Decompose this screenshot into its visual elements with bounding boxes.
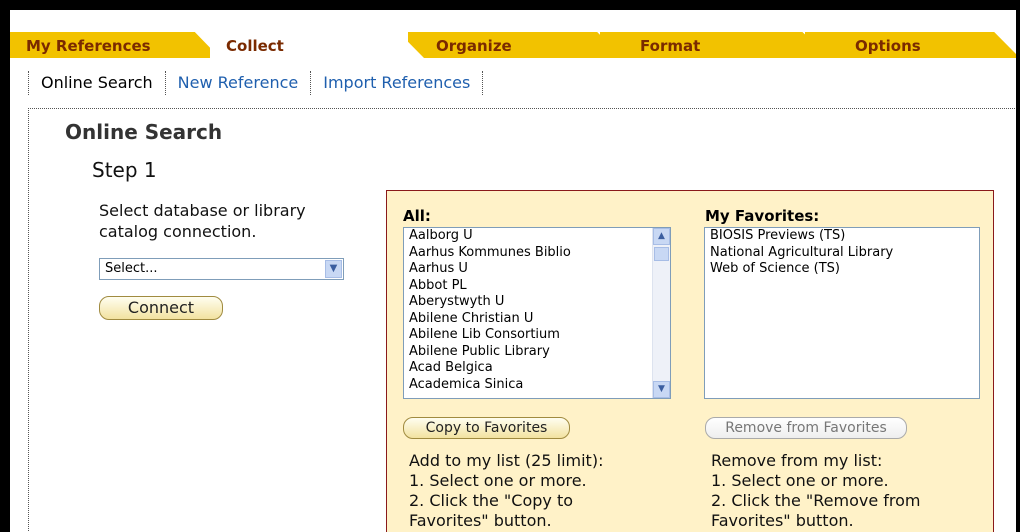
help-line: 2. Click the "Remove from xyxy=(711,491,921,510)
list-item[interactable]: Academica Sinica xyxy=(404,377,670,394)
tab-label: My References xyxy=(26,37,151,55)
remove-from-favorites-button[interactable]: Remove from Favorites xyxy=(705,417,907,439)
tab-label: Format xyxy=(640,37,701,55)
my-favorites-list[interactable]: BIOSIS Previews (TS) National Agricultur… xyxy=(704,227,980,399)
list-item[interactable]: Abilene Lib Consortium xyxy=(404,327,670,344)
app-frame: My References Organize Format Options Co… xyxy=(10,10,1020,532)
subnav-import-references[interactable]: Import References xyxy=(310,71,484,95)
subnav-new-reference[interactable]: New Reference xyxy=(164,71,311,95)
select-value: Select... xyxy=(105,261,158,276)
scroll-thumb[interactable] xyxy=(654,247,669,261)
step-heading: Step 1 xyxy=(92,158,157,182)
main-tab-bar: My References Organize Format Options Co… xyxy=(10,32,1020,58)
list-item[interactable]: Abilene Christian U xyxy=(404,311,670,328)
list-item[interactable]: National Agricultural Library xyxy=(705,245,979,262)
tab-organize[interactable]: Organize xyxy=(408,32,623,58)
help-line: Favorites" button. xyxy=(711,511,854,530)
tab-format[interactable]: Format xyxy=(600,32,830,58)
list-item[interactable]: Aarhus U xyxy=(404,261,670,278)
chevron-down-icon[interactable]: ▼ xyxy=(325,260,342,278)
favorites-label: My Favorites: xyxy=(705,207,820,225)
all-label: All: xyxy=(403,207,431,225)
sub-navigation: Online Search New Reference Import Refer… xyxy=(28,68,484,98)
help-line: Remove from my list: xyxy=(711,451,883,470)
scroll-up-icon[interactable]: ▲ xyxy=(653,228,670,245)
tab-label: Collect xyxy=(226,37,284,55)
list-item[interactable]: Abilene Public Library xyxy=(404,344,670,361)
list-item[interactable]: Web of Science (TS) xyxy=(705,261,979,278)
tab-label: Options xyxy=(855,37,921,55)
list-item[interactable]: Aberystwyth U xyxy=(404,294,670,311)
help-line: 2. Click the "Copy to xyxy=(409,491,573,510)
remove-help-text: Remove from my list: 1. Select one or mo… xyxy=(711,451,961,531)
page-title: Online Search xyxy=(65,120,223,144)
help-line: 1. Select one or more. xyxy=(711,471,889,490)
tab-options[interactable]: Options xyxy=(805,32,1020,58)
add-help-text: Add to my list (25 limit): 1. Select one… xyxy=(409,451,659,531)
list-item[interactable]: Aarhus Kommunes Biblio xyxy=(404,245,670,262)
all-databases-list[interactable]: Aalborg U Aarhus Kommunes Biblio Aarhus … xyxy=(403,227,671,399)
list-item[interactable]: BIOSIS Previews (TS) xyxy=(705,228,979,245)
favorites-panel: All: My Favorites: Aalborg U Aarhus Komm… xyxy=(386,190,994,532)
list-scrollbar[interactable]: ▲ ▼ xyxy=(652,228,670,398)
connect-button[interactable]: Connect xyxy=(99,296,223,320)
list-item[interactable]: Abbot PL xyxy=(404,278,670,295)
list-item[interactable]: Acad Belgica xyxy=(404,360,670,377)
help-line: Add to my list (25 limit): xyxy=(409,451,604,470)
scroll-down-icon[interactable]: ▼ xyxy=(653,381,670,398)
help-line: 1. Select one or more. xyxy=(409,471,587,490)
list-item[interactable]: Aalborg U xyxy=(404,228,670,245)
tab-collect[interactable]: Collect xyxy=(210,32,424,58)
subnav-online-search[interactable]: Online Search xyxy=(28,71,165,95)
copy-to-favorites-button[interactable]: Copy to Favorites xyxy=(403,417,570,439)
database-select[interactable]: Select... ▼ xyxy=(99,258,344,280)
help-line: Favorites" button. xyxy=(409,511,552,530)
window-edge xyxy=(1016,0,1020,532)
tab-my-references[interactable]: My References xyxy=(10,32,220,58)
connection-instruction: Select database or library catalog conne… xyxy=(99,201,306,241)
